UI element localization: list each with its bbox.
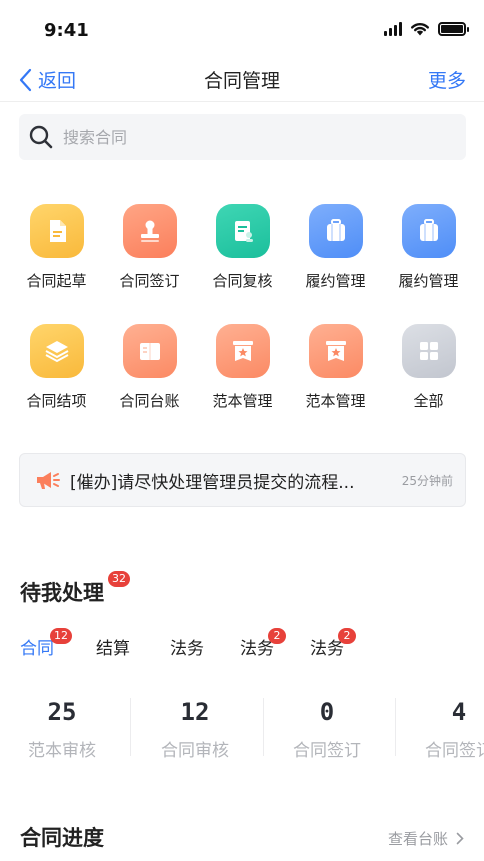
status-time: 9:41 (44, 20, 89, 41)
app-label: 合同结项 (26, 392, 87, 410)
stat-value: 0 (319, 698, 335, 726)
app-document[interactable]: 合同起草 (10, 196, 103, 316)
app-suitcase[interactable]: 履约管理 (289, 196, 382, 316)
stat-template-review[interactable]: 25 范本审核 (0, 692, 128, 762)
app-grid[interactable]: 全部 (382, 316, 475, 436)
tab-badge: 12 (50, 628, 72, 644)
tab-contract[interactable]: 合同 (20, 634, 54, 659)
grid-icon (401, 324, 456, 378)
stat-label: 合同签订 (425, 741, 484, 761)
template-star-icon (308, 324, 363, 378)
tab-label: 合同 (20, 639, 54, 659)
document-icon (29, 204, 84, 258)
stat-contract-sign[interactable]: 0 合同签订 (261, 692, 393, 762)
pending-tabs: 合同 12 结算 法务 法务 2 法务 2 (0, 628, 484, 664)
battery-icon (438, 21, 469, 36)
app-layers[interactable]: 合同结项 (10, 316, 103, 436)
status-bar: 9:41 (0, 0, 484, 56)
review-icon (215, 204, 270, 258)
suitcase-icon (308, 204, 363, 258)
notice-bar[interactable]: [催办]请尽快处理管理员提交的流程... 25分钟前 (19, 453, 466, 507)
search-input[interactable] (63, 127, 443, 147)
template-star-icon (215, 324, 270, 378)
status-icons (384, 21, 469, 36)
page-title: 合同管理 (203, 70, 280, 92)
tab-badge: 2 (268, 628, 286, 644)
megaphone-icon (37, 472, 60, 489)
view-ledger-label: 查看台账 (387, 830, 448, 848)
stat-label: 范本审核 (28, 741, 96, 761)
signal-icon (384, 21, 402, 36)
pending-stats: 25 范本审核 12 合同审核 0 合同签订 4 合同签订 (0, 692, 484, 762)
stat-value: 4 (451, 698, 467, 726)
app-label: 范本管理 (212, 392, 273, 410)
tab-settlement[interactable]: 结算 (96, 634, 130, 659)
app-label: 合同签订 (119, 272, 180, 290)
app-label: 全部 (413, 392, 444, 410)
pending-title: 待我处理 (20, 581, 104, 605)
book-icon (122, 324, 177, 378)
tab-label: 法务 (170, 639, 204, 659)
nav-bar: 返回 合同管理 更多 (0, 56, 484, 102)
tab-badge: 2 (338, 628, 356, 644)
stat-value: 12 (180, 698, 210, 726)
notice-time: 25分钟前 (401, 473, 453, 488)
search-icon (29, 125, 53, 149)
chevron-right-icon (456, 832, 464, 845)
app-label: 合同复核 (212, 272, 273, 290)
app-label: 范本管理 (305, 392, 366, 410)
notice-text: [催办]请尽快处理管理员提交的流程... (70, 472, 355, 493)
app-template-star[interactable]: 范本管理 (289, 316, 382, 436)
app-template-star[interactable]: 范本管理 (196, 316, 289, 436)
app-review[interactable]: 合同复核 (196, 196, 289, 316)
app-label: 合同台账 (119, 392, 180, 410)
layers-icon (29, 324, 84, 378)
app-label: 履约管理 (398, 272, 459, 290)
app-stamp[interactable]: 合同签订 (103, 196, 196, 316)
app-label: 履约管理 (305, 272, 366, 290)
wifi-icon (411, 23, 429, 36)
stat-value: 25 (47, 698, 77, 726)
stat-contract-sign-2[interactable]: 4 合同签订 (393, 692, 484, 762)
tab-legal[interactable]: 法务 (170, 634, 204, 659)
app-book[interactable]: 合同台账 (103, 316, 196, 436)
pending-count-badge: 32 (108, 571, 130, 587)
app-grid: 合同起草 合同签订 合同复核 履约管理 履约管理 合同结项 合同台账 范本管理 范本管理 全部 (0, 196, 484, 436)
search-bar[interactable] (19, 114, 466, 160)
tab-label: 结算 (96, 639, 130, 659)
more-button[interactable]: 更多 (428, 66, 466, 93)
stat-label: 合同签订 (293, 741, 361, 761)
stat-contract-review[interactable]: 12 合同审核 (129, 692, 261, 762)
stat-label: 合同审核 (161, 741, 229, 761)
progress-title: 合同进度 (20, 826, 104, 850)
tab-label: 法务 (240, 639, 274, 659)
app-label: 合同起草 (26, 272, 87, 290)
app-suitcase[interactable]: 履约管理 (382, 196, 475, 316)
view-ledger-link[interactable]: 查看台账 (388, 828, 464, 849)
tab-label: 法务 (310, 639, 344, 659)
stamp-icon (122, 204, 177, 258)
suitcase-icon (401, 204, 456, 258)
